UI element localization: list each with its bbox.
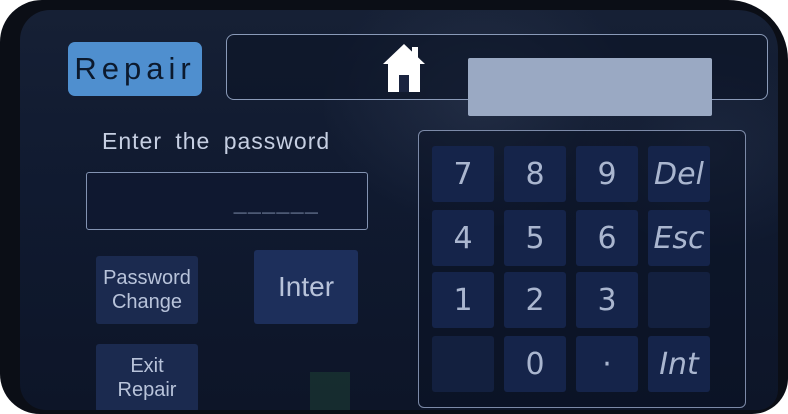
device-bezel: Repair Enter the password ______ Passwor… [0, 0, 788, 414]
indicator-patch [310, 372, 350, 410]
digit-key-2[interactable]: 2 [504, 272, 566, 328]
password-change-button[interactable]: Password Change [96, 256, 198, 324]
digit-key-6[interactable]: 6 [576, 210, 638, 266]
escape-key[interactable]: Esc [648, 210, 710, 266]
digit-key-8[interactable]: 8 [504, 146, 566, 202]
exit-label-line2: Repair [117, 379, 177, 401]
digit-key-3[interactable]: 3 [576, 272, 638, 328]
status-display [468, 58, 712, 116]
digit-key-5[interactable]: 5 [504, 210, 566, 266]
exit-repair-button[interactable]: Exit Repair [96, 344, 198, 410]
digit-key-4[interactable]: 4 [432, 210, 494, 266]
blank-key[interactable] [648, 272, 710, 328]
password-input[interactable]: ______ [86, 172, 368, 230]
digit-key-0[interactable]: 0 [504, 336, 566, 392]
int-key[interactable]: Int [648, 336, 710, 392]
hmi-screen: Repair Enter the password ______ Passwor… [20, 10, 778, 410]
password-change-label-line2: Change [111, 291, 183, 313]
home-button[interactable] [380, 38, 428, 98]
password-change-label-line1: Password [103, 267, 191, 289]
blank-key[interactable] [432, 336, 494, 392]
home-icon [383, 44, 425, 92]
enter-button[interactable]: Inter [254, 250, 358, 324]
digit-key-7[interactable]: 7 [432, 146, 494, 202]
delete-key[interactable]: Del [648, 146, 710, 202]
repair-tab[interactable]: Repair [68, 42, 202, 96]
password-prompt: Enter the password [102, 128, 331, 154]
digit-key-9[interactable]: 9 [576, 146, 638, 202]
digit-key-1[interactable]: 1 [432, 272, 494, 328]
decimal-point-key[interactable]: · [576, 336, 638, 392]
exit-label-line1: Exit [130, 355, 164, 377]
